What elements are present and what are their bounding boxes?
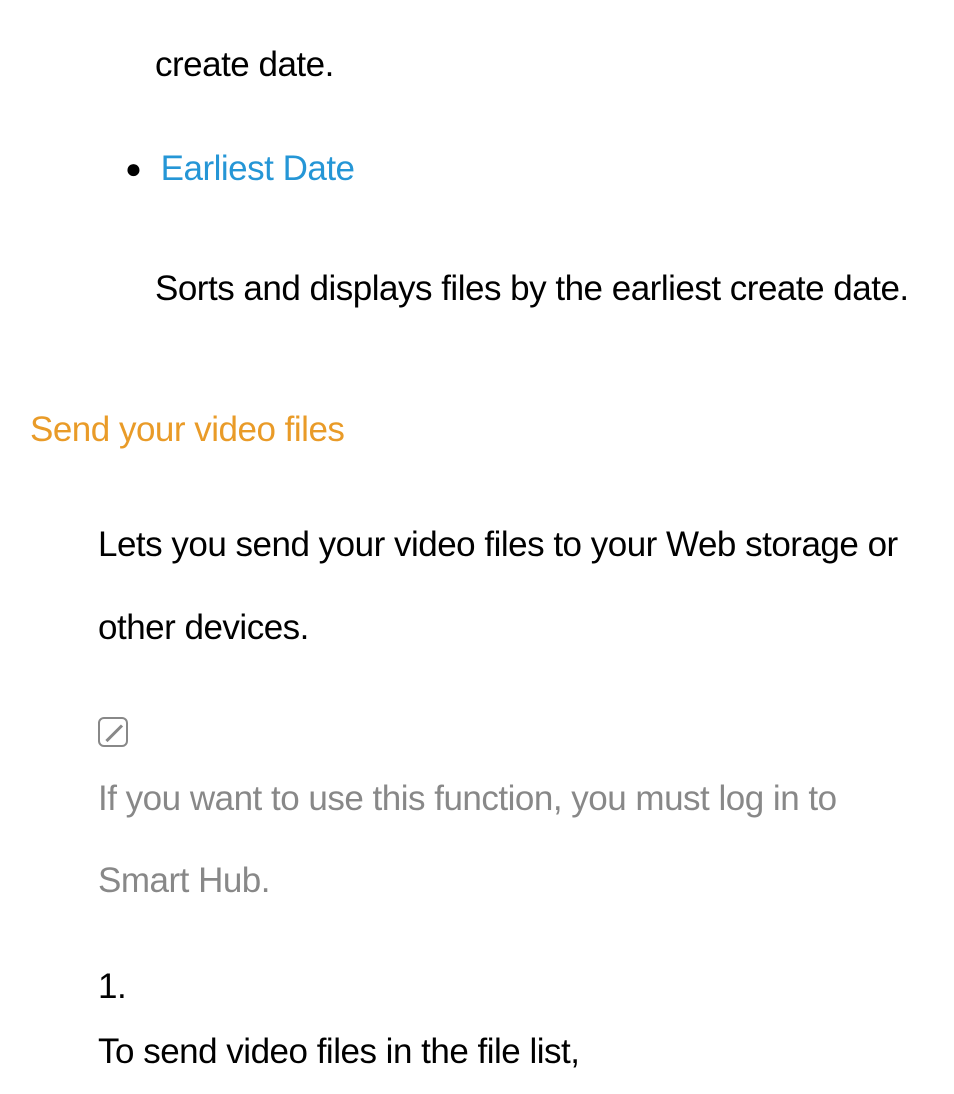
note-row: If you want to use this function, you mu…: [98, 709, 924, 923]
step-text: To send video files in the file list,: [98, 1011, 898, 1093]
section-intro: Lets you send your video files to your W…: [98, 504, 924, 669]
note-text: If you want to use this function, you mu…: [98, 758, 888, 923]
step-row-1: 1. To send video files in the file list,: [98, 962, 924, 1093]
option-description-earliest-date: Sorts and displays files by the earliest…: [155, 248, 924, 330]
option-title-earliest-date: Earliest Date: [161, 149, 355, 188]
fragment-previous: create date.: [155, 40, 924, 89]
section-heading-send-video: Send your video files: [30, 405, 924, 454]
step-number: 1.: [98, 962, 130, 1011]
bullet-icon: ●: [125, 149, 141, 188]
bullet-item-earliest-date: ● Earliest Date: [125, 144, 924, 193]
note-icon: [98, 717, 128, 747]
